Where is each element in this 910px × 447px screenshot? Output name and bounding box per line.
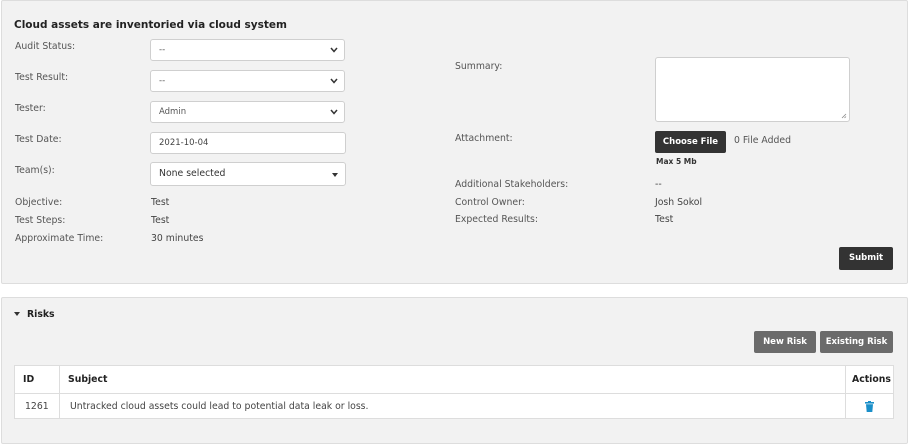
summary-label: Summary: <box>455 61 503 72</box>
test-date-input[interactable]: 2021-10-04 <box>150 132 346 154</box>
column-header-actions: Actions <box>845 365 894 394</box>
expected-results-label: Expected Results: <box>455 214 539 225</box>
caret-down-icon <box>14 311 20 316</box>
test-result-label: Test Result: <box>15 72 69 83</box>
audit-status-value: -- <box>159 45 166 55</box>
caret-down-icon <box>332 173 338 177</box>
submit-button[interactable]: Submit <box>839 247 893 270</box>
summary-textarea[interactable] <box>655 57 850 122</box>
risk-id-cell: 1261 <box>14 393 60 419</box>
approximate-time-label: Approximate Time: <box>15 233 104 244</box>
max-size-note: Max 5 Mb <box>656 157 697 166</box>
new-risk-button[interactable]: New Risk <box>754 331 816 353</box>
approximate-time-value: 30 minutes <box>151 233 204 244</box>
test-result-value: -- <box>159 76 166 86</box>
column-header-subject: Subject <box>59 365 846 394</box>
tester-label: Tester: <box>15 103 46 114</box>
resize-grip-icon[interactable] <box>841 113 847 119</box>
control-owner-value: Josh Sokol <box>655 197 703 208</box>
table-row: 1261 Untracked cloud assets could lead t… <box>14 393 894 419</box>
audit-status-label: Audit Status: <box>15 41 76 52</box>
chevron-down-icon <box>329 102 339 122</box>
test-steps-label: Test Steps: <box>15 215 66 226</box>
audit-status-select[interactable]: -- <box>150 39 345 61</box>
trash-icon[interactable] <box>865 400 874 412</box>
objective-value: Test <box>151 197 170 208</box>
control-owner-label: Control Owner: <box>455 197 525 208</box>
risks-toggle[interactable]: Risks <box>14 309 55 320</box>
chevron-down-icon <box>329 71 339 91</box>
tester-value: Admin <box>159 107 187 117</box>
risks-toggle-label: Risks <box>27 309 55 320</box>
risk-subject-cell: Untracked cloud assets could lead to pot… <box>59 393 846 419</box>
test-steps-value: Test <box>151 215 170 226</box>
choose-file-button[interactable]: Choose File <box>655 131 726 153</box>
teams-multiselect[interactable]: None selected <box>150 162 346 186</box>
test-date-label: Test Date: <box>15 134 62 145</box>
page-title: Cloud assets are inventoried via cloud s… <box>14 19 287 31</box>
risks-table: ID Subject Actions 1261 Untracked cloud … <box>14 365 894 419</box>
existing-risk-button[interactable]: Existing Risk <box>820 331 893 353</box>
column-header-id: ID <box>14 365 60 394</box>
expected-results-value: Test <box>655 214 674 225</box>
tester-select[interactable]: Admin <box>150 101 345 123</box>
chevron-down-icon <box>329 40 339 60</box>
attachment-label: Attachment: <box>455 133 513 144</box>
additional-stakeholders-label: Additional Stakeholders: <box>455 179 569 190</box>
teams-value: None selected <box>159 168 226 179</box>
file-status-text: 0 File Added <box>734 135 792 146</box>
objective-label: Objective: <box>15 197 63 208</box>
teams-label: Team(s): <box>15 165 55 176</box>
table-header-row: ID Subject Actions <box>14 365 894 394</box>
additional-stakeholders-value: -- <box>655 179 662 190</box>
test-result-select[interactable]: -- <box>150 70 345 92</box>
risk-actions-cell <box>845 393 894 419</box>
